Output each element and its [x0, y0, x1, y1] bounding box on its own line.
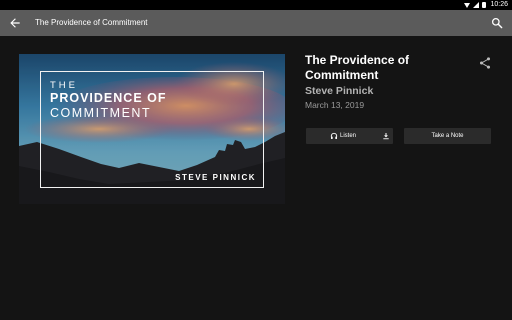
- status-bar: 10:26: [0, 0, 512, 10]
- take-note-button[interactable]: Take a Note: [404, 128, 491, 144]
- listen-button[interactable]: Listen: [306, 128, 393, 144]
- app-bar: The Providence of Commitment: [0, 10, 512, 36]
- battery-icon: [482, 2, 487, 8]
- wifi-icon: [464, 2, 471, 8]
- app-bar-title: The Providence of Commitment: [35, 18, 148, 27]
- sermon-artwork: THE PROVIDENCE OF COMMITMENT STEVE PINNI…: [19, 54, 285, 204]
- headphones-icon: [330, 132, 338, 139]
- sermon-speaker[interactable]: Steve Pinnick: [305, 85, 373, 97]
- download-icon[interactable]: [382, 132, 390, 140]
- signal-icon: [473, 2, 480, 8]
- artwork-title-line-1: THE: [50, 80, 78, 91]
- artwork-title-line-2: PROVIDENCE OF: [50, 91, 167, 105]
- artwork-author: STEVE PINNICK: [175, 173, 256, 182]
- sermon-date: March 13, 2019: [305, 100, 365, 110]
- status-time: 10:26: [490, 1, 508, 8]
- listen-label: Listen: [340, 133, 357, 139]
- sermon-title: The Providence of Commitment: [305, 53, 410, 82]
- app-screen: 10:26 The Providence of Commitment THE P…: [0, 0, 512, 320]
- take-note-label: Take a Note: [431, 133, 464, 139]
- artwork-title-line-3: COMMITMENT: [50, 106, 152, 120]
- share-icon[interactable]: [478, 56, 492, 70]
- search-icon[interactable]: [490, 16, 504, 30]
- back-arrow-icon[interactable]: [8, 16, 22, 30]
